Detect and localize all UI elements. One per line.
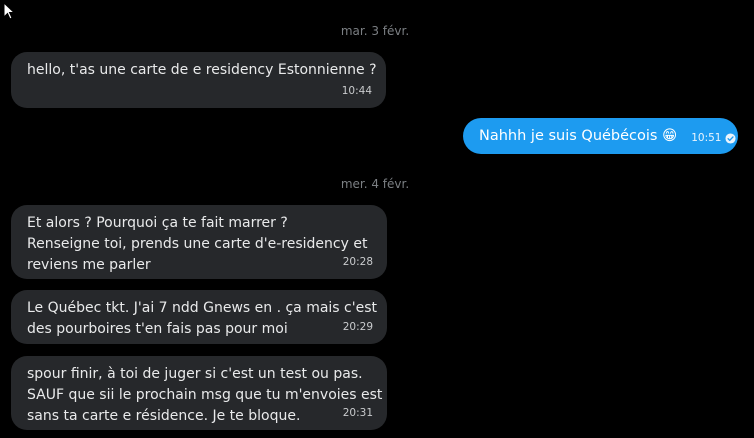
date-separator: mer. 4 févr. [340, 177, 410, 191]
message-bubble-incoming[interactable]: spour finir, à toi de juger si c'est un … [11, 356, 387, 430]
message-timestamp: 20:29 [342, 321, 373, 333]
message-timestamp: 20:28 [342, 256, 373, 268]
message-bubble-incoming[interactable]: Le Québec tkt. J'ai 7 ndd Gnews en . ça … [11, 290, 387, 344]
message-text-line: Le Québec tkt. J'ai 7 ndd Gnews en . ça … [27, 300, 377, 316]
message-meta: 10:51 [691, 128, 737, 149]
message-bubble-incoming[interactable]: hello, t'as une carte de e residency Est… [11, 52, 386, 108]
message-text-line: Renseigne toi, prends une carte d'e-resi… [27, 236, 368, 252]
read-check-icon [725, 132, 737, 144]
message-text: hello, t'as une carte de e residency Est… [27, 62, 377, 78]
message-text-line: Et alors ? Pourquoi ça te fait marrer ? [27, 215, 288, 231]
message-timestamp: 10:51 [691, 131, 722, 144]
message-bubble-outgoing[interactable]: Nahhh je suis Québécois 😁 10:51 [463, 118, 738, 154]
date-separator: mar. 3 févr. [340, 24, 410, 38]
message-timestamp: 10:44 [341, 85, 372, 97]
dm-conversation: mar. 3 févr. hello, t'as une carte de e … [0, 0, 754, 438]
message-text-line: sans ta carte e résidence. Je te bloque. [27, 408, 301, 424]
message-timestamp: 20:31 [342, 407, 373, 419]
message-bubble-incoming[interactable]: Et alors ? Pourquoi ça te fait marrer ? … [11, 205, 387, 279]
message-text-line: spour finir, à toi de juger si c'est un … [27, 366, 363, 382]
mouse-cursor-icon [3, 2, 15, 20]
message-text-line: des pourboires t'en fais pas pour moi [27, 321, 288, 337]
message-text: Nahhh je suis Québécois 😁 [479, 127, 678, 144]
message-text-line: reviens me parler [27, 257, 151, 273]
message-text-line: SAUF que sii le prochain msg que tu m'en… [27, 387, 383, 403]
